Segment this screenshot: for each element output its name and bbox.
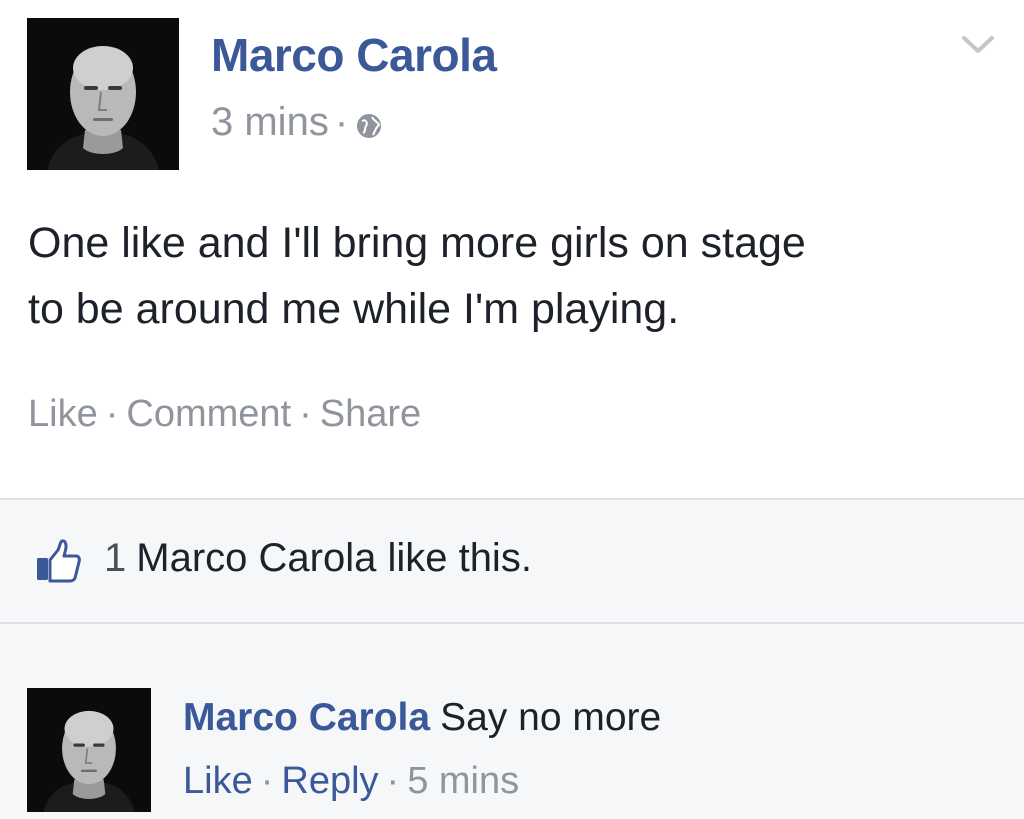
likes-count: 1 — [104, 536, 127, 580]
thumbs-up-icon — [37, 539, 81, 583]
like-link[interactable]: Like — [28, 393, 98, 435]
avatar-photo — [27, 18, 179, 170]
facebook-post-screenshot: Marco Carola 3 mins · One like and I'll … — [0, 0, 1024, 819]
post-card: Marco Carola 3 mins · One like and I'll … — [0, 0, 1024, 498]
post-author-avatar[interactable] — [27, 18, 179, 170]
meta-separator: · — [334, 100, 349, 144]
comment-link[interactable]: Comment — [126, 393, 291, 435]
action-separator: · — [105, 393, 119, 435]
comment-action-separator: · — [386, 760, 400, 802]
post-meta: 3 mins · — [211, 100, 384, 145]
comment-item: Marco Carola Say no more Like · Reply · 5 min… — [0, 624, 1024, 819]
post-timestamp[interactable]: 3 mins — [211, 100, 329, 145]
likes-names: Marco Carola like this. — [136, 536, 532, 580]
action-separator: · — [299, 393, 312, 435]
comment-actions: Like · Reply · 5 mins — [183, 760, 519, 803]
post-author-name[interactable]: Marco Carola — [211, 28, 497, 82]
post-message-line-1: One like and I'll bring more girls on st… — [28, 219, 806, 267]
avatar-photo — [27, 688, 151, 812]
likes-summary-bar[interactable]: 1 Marco Carola like this. — [0, 498, 1024, 624]
comment-body: Marco Carola Say no more — [183, 696, 661, 740]
globe-icon[interactable] — [354, 111, 384, 141]
post-actions: Like · Comment · Share — [28, 393, 421, 436]
comment-author-avatar[interactable] — [27, 688, 151, 812]
comment-author-name[interactable]: Marco Carola — [183, 696, 430, 739]
chevron-down-icon[interactable] — [958, 30, 998, 58]
comment-timestamp[interactable]: 5 mins — [407, 760, 519, 802]
comment-text: Say no more — [440, 696, 662, 739]
likes-summary-text[interactable]: 1 Marco Carola like this. — [104, 536, 532, 581]
comment-action-separator: · — [260, 760, 274, 802]
comment-like-link[interactable]: Like — [183, 760, 253, 802]
post-message-line-2: to be around me while I'm playing. — [28, 285, 680, 333]
post-message: One like and I'll bring more girls on st… — [28, 210, 1008, 342]
comment-reply-link[interactable]: Reply — [281, 760, 378, 802]
share-link[interactable]: Share — [320, 393, 421, 435]
